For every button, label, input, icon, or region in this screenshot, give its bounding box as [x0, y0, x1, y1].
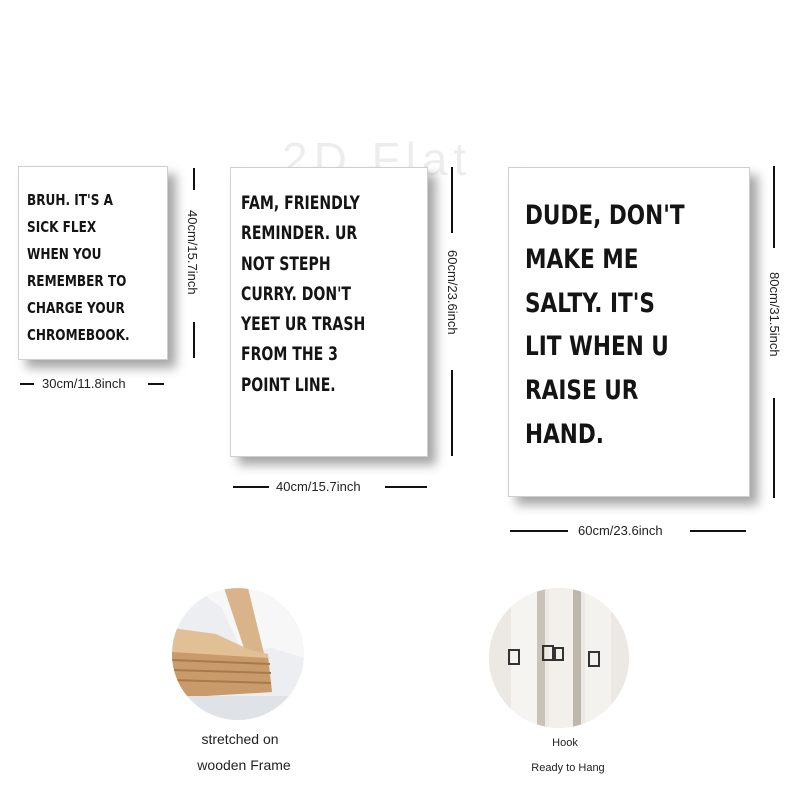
poster-large-height-label: 80cm/31.5inch [767, 272, 782, 357]
frame-caption-line2: wooden Frame [197, 757, 291, 773]
poster-large-width-label: 60cm/23.6inch [578, 523, 663, 538]
width-line-left [510, 530, 568, 532]
height-line-bottom [451, 370, 453, 456]
poster-medium-width-label: 40cm/15.7inch [276, 479, 361, 494]
width-line-right [148, 383, 164, 385]
poster-small-width-label: 30cm/11.8inch [42, 376, 126, 391]
wooden-frame-icon [172, 588, 304, 720]
poster-small: Bruh. it's a sick flex when you remember… [18, 166, 168, 360]
poster-medium-height-label: 60cm/23.6inch [445, 250, 460, 335]
poster-large-text: Dude, don't make me salty. it's lit when… [525, 200, 685, 450]
width-line-right [690, 530, 746, 532]
height-line-top [193, 168, 195, 190]
height-line-bottom [773, 398, 775, 498]
height-line-bottom [193, 322, 195, 358]
height-line-top [451, 167, 453, 233]
wooden-frame-photo [172, 588, 304, 720]
width-line-left [233, 486, 269, 488]
hook-caption-line2: Ready to Hang [531, 762, 605, 774]
height-line-top [773, 166, 775, 248]
poster-small-height-label: 40cm/15.7inch [185, 210, 200, 295]
poster-small-text: Bruh. it's a sick flex when you remember… [27, 191, 130, 344]
hook-photo [489, 588, 629, 728]
hook-caption-line1: Hook [552, 737, 578, 749]
poster-medium-text: Fam, friendly reminder. Ur not Steph Cur… [241, 192, 366, 396]
hook-icon [489, 588, 629, 728]
width-line-left [20, 383, 34, 385]
width-line-right [385, 486, 427, 488]
poster-medium: Fam, friendly reminder. Ur not Steph Cur… [230, 167, 428, 457]
poster-large: Dude, don't make me salty. it's lit when… [508, 167, 750, 497]
frame-caption-line1: stretched on [201, 731, 279, 747]
